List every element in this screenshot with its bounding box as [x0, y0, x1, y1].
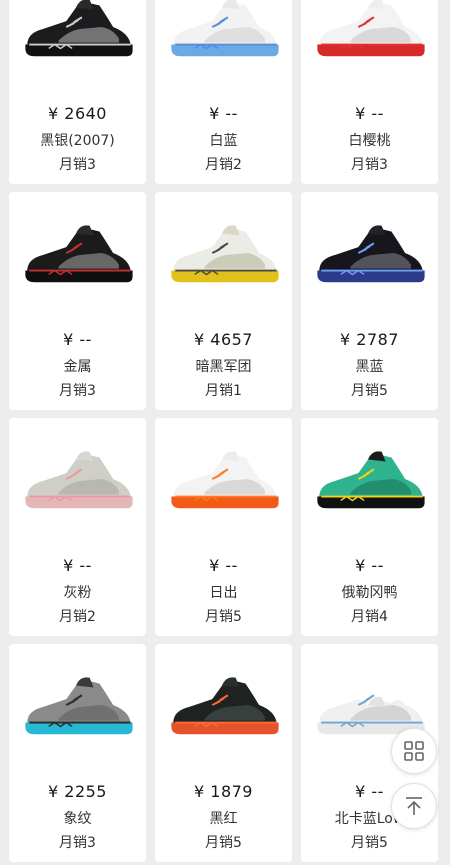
metallic-shoe: [24, 225, 133, 283]
product-card[interactable]: ¥ 2255 象纹月销3: [9, 644, 146, 862]
product-card[interactable]: ¥ -- 俄勒冈鸭月销4: [301, 418, 438, 636]
product-image[interactable]: [9, 198, 146, 308]
product-price: ¥ --: [209, 104, 238, 123]
product-card[interactable]: ¥ 2640 黑银(2007) 月销3: [9, 0, 146, 184]
product-card[interactable]: ¥ 2787 黑蓝月销5: [301, 192, 438, 410]
product-name[interactable]: 暗黑军团: [196, 358, 252, 376]
product-price: ¥ --: [355, 104, 384, 123]
black-blue-shoe: [316, 225, 425, 283]
product-price: ¥ --: [355, 782, 384, 801]
product-image[interactable]: [9, 424, 146, 534]
black-silver-shoe: [24, 0, 133, 57]
grey-pink-shoe: [24, 451, 133, 509]
product-monthly-sales: 月销5: [205, 609, 242, 625]
product-price: ¥ --: [63, 556, 92, 575]
product-image[interactable]: [155, 650, 292, 760]
product-image[interactable]: [155, 198, 292, 308]
white-cherry-shoe: [316, 0, 425, 57]
product-monthly-sales: 月销2: [59, 609, 96, 625]
sunrise-shoe: [170, 451, 279, 509]
product-image[interactable]: [155, 0, 292, 82]
product-monthly-sales: 月销5: [351, 835, 388, 851]
product-monthly-sales: 月销3: [59, 383, 96, 399]
product-monthly-sales: 月销5: [351, 383, 388, 399]
product-monthly-sales: 月销2: [205, 157, 242, 173]
grid-view-button[interactable]: [391, 728, 437, 774]
product-name[interactable]: 白樱桃: [349, 132, 391, 150]
back-to-top-button[interactable]: [391, 783, 437, 829]
product-price: ¥ 4657: [194, 330, 253, 349]
product-price: ¥ 1879: [194, 782, 253, 801]
product-card[interactable]: ¥ -- 白蓝月销2: [155, 0, 292, 184]
product-price: ¥ --: [355, 556, 384, 575]
product-name[interactable]: 白蓝: [210, 132, 238, 150]
product-name[interactable]: 灰粉: [64, 584, 92, 602]
product-image[interactable]: [9, 650, 146, 760]
black-red-shoe: [170, 677, 279, 735]
product-image[interactable]: [9, 0, 146, 82]
product-image[interactable]: [301, 424, 438, 534]
product-image[interactable]: [301, 198, 438, 308]
product-price: ¥ --: [209, 556, 238, 575]
product-price: ¥ 2255: [48, 782, 107, 801]
back-to-top-icon: [406, 797, 422, 815]
product-name[interactable]: 日出: [210, 584, 238, 602]
product-card[interactable]: ¥ -- 金属月销3: [9, 192, 146, 410]
product-price: ¥ --: [63, 330, 92, 349]
product-image[interactable]: [155, 424, 292, 534]
oregon-duck-shoe: [316, 451, 425, 509]
product-card[interactable]: ¥ 4657 暗黑军团月销1: [155, 192, 292, 410]
product-card[interactable]: ¥ -- 灰粉月销2: [9, 418, 146, 636]
product-name[interactable]: 黑蓝: [356, 358, 384, 376]
grid-icon: [404, 741, 424, 761]
product-monthly-sales: 月销1: [205, 383, 242, 399]
product-monthly-sales: 月销4: [351, 609, 388, 625]
product-name[interactable]: 黑银(2007): [40, 132, 115, 150]
white-blue-shoe: [170, 0, 279, 57]
product-price: ¥ 2787: [340, 330, 399, 349]
product-monthly-sales: 月销5: [205, 835, 242, 851]
product-monthly-sales: 月销3: [59, 835, 96, 851]
dark-army-shoe: [170, 225, 279, 283]
product-name[interactable]: 金属: [64, 358, 92, 376]
product-name[interactable]: 黑红: [210, 810, 238, 828]
product-card[interactable]: ¥ 1879 黑红月销5: [155, 644, 292, 862]
product-price: ¥ 2640: [48, 104, 107, 123]
product-monthly-sales: 月销3: [351, 157, 388, 173]
product-monthly-sales: 月销3: [59, 157, 96, 173]
product-card[interactable]: ¥ -- 日出月销5: [155, 418, 292, 636]
product-grid: ¥ 2640 黑银(2007) 月销3 ¥ -- 白蓝 月销2 ¥ -- 白樱桃 月销3 ¥ --…: [9, 0, 438, 862]
elephant-print-shoe: [24, 677, 133, 735]
product-card[interactable]: ¥ -- 白樱桃月销3: [301, 0, 438, 184]
product-image[interactable]: [301, 0, 438, 82]
product-name[interactable]: 俄勒冈鸭: [342, 584, 398, 602]
product-name[interactable]: 象纹: [64, 810, 92, 828]
